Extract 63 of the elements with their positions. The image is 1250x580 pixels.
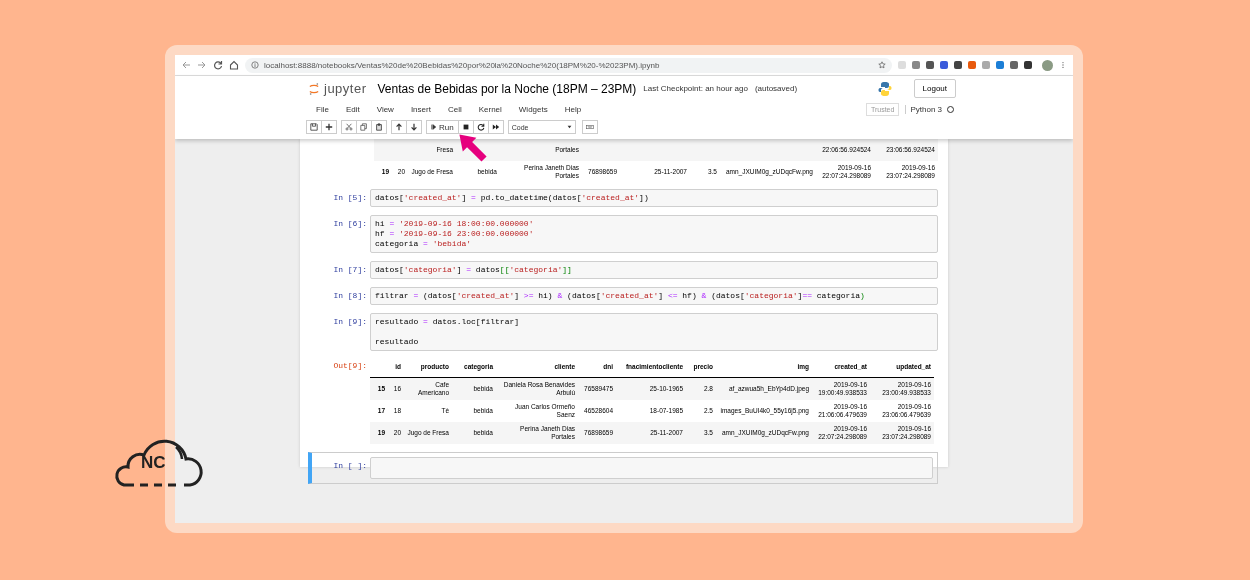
code-input[interactable]: hi = '2019-09-16 18:00:00.000000' hf = '2019-09-16 23:00:00.000000' categoria = 'bebida' xyxy=(370,215,938,253)
input-prompt: In [8]: xyxy=(332,290,368,300)
code-input[interactable]: filtrar = (datos['created_at'] >= hi) & (datos['created_at'] <= hf) & (datos['categoria']== categoria) xyxy=(370,287,938,305)
code-input[interactable]: datos['created_at'] = pd.to_datetime(datos['created_at']) xyxy=(370,189,938,207)
move-down-button[interactable] xyxy=(406,120,422,134)
notebook-title[interactable]: Ventas de Bebidas por la Noche (18PM – 23PM) xyxy=(377,81,637,96)
scissors-icon xyxy=(345,123,353,131)
add-cell-button[interactable] xyxy=(321,120,337,134)
plus-icon xyxy=(325,123,333,131)
menu-item[interactable]: File xyxy=(316,105,329,114)
cut-button[interactable] xyxy=(341,120,357,134)
paste-button[interactable] xyxy=(371,120,387,134)
copy-icon xyxy=(360,123,368,131)
back-icon[interactable] xyxy=(181,60,191,70)
fast-forward-icon xyxy=(491,123,500,131)
info-icon xyxy=(251,61,259,69)
brand-name[interactable]: jupyter xyxy=(324,81,367,96)
input-prompt: In [5]: xyxy=(332,192,368,202)
input-prompt: In [ ]: xyxy=(332,460,368,470)
forward-icon[interactable] xyxy=(197,60,207,70)
reload-icon[interactable] xyxy=(213,60,223,70)
code-input[interactable]: resultado = datos.loc[filtrar] resultado xyxy=(370,313,938,351)
input-prompt: In [9]: xyxy=(332,316,368,326)
menu-item[interactable]: Kernel xyxy=(478,105,502,114)
clipboard-icon xyxy=(375,123,383,131)
copy-button[interactable] xyxy=(356,120,372,134)
avatar-icon[interactable] xyxy=(1042,59,1053,71)
kernel-name: Python 3 xyxy=(905,105,942,114)
stop-icon xyxy=(461,123,470,131)
checkpoint-text: Last Checkpoint: an hour ago xyxy=(643,84,748,93)
star-icon[interactable] xyxy=(878,61,886,69)
menu-item[interactable]: Edit xyxy=(345,105,360,114)
run-button[interactable]: Run xyxy=(426,120,459,134)
logo-text: NC xyxy=(141,453,166,473)
move-up-button[interactable] xyxy=(391,120,407,134)
up-arrow-icon xyxy=(395,123,403,131)
pointer-arrow xyxy=(456,131,490,165)
input-prompt: In [6]: xyxy=(332,218,368,228)
save-button[interactable] xyxy=(306,120,322,134)
home-icon[interactable] xyxy=(229,60,239,70)
menu-item[interactable]: Insert xyxy=(410,105,431,114)
menu-item[interactable]: Help xyxy=(564,105,582,114)
restart-icon xyxy=(476,123,485,131)
keyboard-button[interactable] xyxy=(581,120,598,134)
python-logo-icon xyxy=(876,80,893,97)
menu-item[interactable]: View xyxy=(376,105,394,114)
caret-icon xyxy=(566,125,572,129)
address-bar[interactable]: localhost:8888/notebooks/Ventas%20de%20Bebidas%20por%20la%20Noche%20(18PM%20-%2023PM).ipynb xyxy=(245,57,892,73)
logout-button[interactable]: Logout xyxy=(913,79,956,98)
code-input[interactable]: datos['categoria'] = datos[['categoria']] xyxy=(370,261,938,279)
output-prompt: Out[9]: xyxy=(332,360,368,370)
input-prompt: In [7]: xyxy=(332,264,368,274)
menu-icon[interactable] xyxy=(1059,61,1067,69)
jupyter-logo-icon xyxy=(309,81,319,96)
autosave-status: (autosaved) xyxy=(754,84,798,93)
menu-item[interactable]: Widgets xyxy=(518,105,548,114)
keyboard-icon xyxy=(585,123,594,131)
down-arrow-icon xyxy=(410,123,418,131)
code-input[interactable] xyxy=(370,457,933,479)
selected-cell[interactable]: In [ ]: xyxy=(308,452,938,484)
save-icon xyxy=(310,123,318,131)
step-icon xyxy=(431,124,437,130)
menu-item[interactable]: Cell xyxy=(447,105,462,114)
